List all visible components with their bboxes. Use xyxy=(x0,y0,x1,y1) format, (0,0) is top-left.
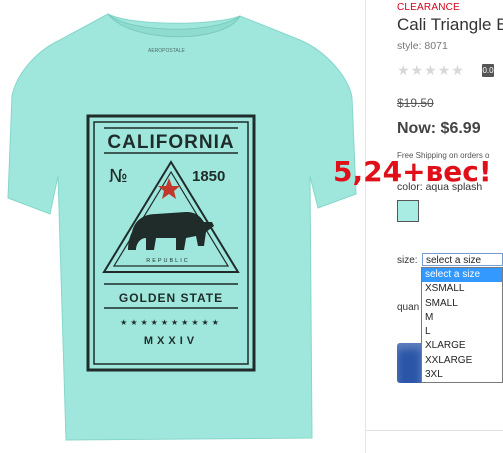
product-details: CLEARANCE Cali Triangle B style: 8071 ★★… xyxy=(397,0,503,453)
quantity-label: quan xyxy=(397,302,420,313)
star-icon: ★ xyxy=(437,62,452,78)
clearance-badge: CLEARANCE xyxy=(397,2,460,13)
size-option-xxlarge[interactable]: XXLARGE xyxy=(422,354,502,368)
size-option-3xl[interactable]: 3XL xyxy=(422,368,502,382)
column-divider xyxy=(365,0,366,453)
add-to-bag-button[interactable] xyxy=(397,343,421,383)
graphic-stars: ★★★★★★★★★★ xyxy=(120,318,222,327)
graphic-roman: MXXIV xyxy=(144,335,198,347)
rating-stars[interactable]: ★★★★★ xyxy=(397,62,465,79)
size-option-l[interactable]: L xyxy=(422,325,502,339)
style-number: style: 8071 xyxy=(397,40,448,52)
star-icon: ★ xyxy=(397,62,411,78)
size-option-small[interactable]: SMALL xyxy=(422,297,502,311)
star-icon: ★ xyxy=(451,62,465,78)
size-label: size: xyxy=(397,255,418,266)
product-image[interactable]: AEROPOSTALE CALIFORNIA № 1850 REPUBLIC G… xyxy=(0,0,370,453)
original-price: $19.50 xyxy=(397,96,434,110)
graphic-republic: REPUBLIC xyxy=(146,258,190,264)
price-annotation-overlay: 5,24+вес! xyxy=(333,155,492,188)
graphic-no: № xyxy=(109,166,128,187)
tshirt-image: AEROPOSTALE CALIFORNIA № 1850 REPUBLIC G… xyxy=(7,13,357,441)
neck-label: AEROPOSTALE xyxy=(148,48,186,54)
graphic-year: 1850 xyxy=(192,168,225,185)
size-option-select[interactable]: select a size xyxy=(422,268,502,283)
product-title: Cali Triangle B xyxy=(397,15,503,34)
color-swatch-aqua-splash[interactable] xyxy=(397,200,419,222)
graphic-subline: GOLDEN STATE xyxy=(119,291,223,305)
star-icon: ★ xyxy=(410,62,425,78)
size-option-xlarge[interactable]: XLARGE xyxy=(422,339,502,353)
graphic-headline: CALIFORNIA xyxy=(107,132,234,153)
rating-count-badge: 0.0 xyxy=(482,64,494,77)
size-option-m[interactable]: M xyxy=(422,311,502,325)
size-select[interactable]: select a size xyxy=(422,253,503,266)
sale-price: Now: $6.99 xyxy=(397,120,481,137)
size-dropdown-list[interactable]: select a size XSMALL SMALL M L XLARGE XX… xyxy=(421,267,503,383)
size-option-xsmall[interactable]: XSMALL xyxy=(422,282,502,296)
star-icon: ★ xyxy=(424,62,438,78)
